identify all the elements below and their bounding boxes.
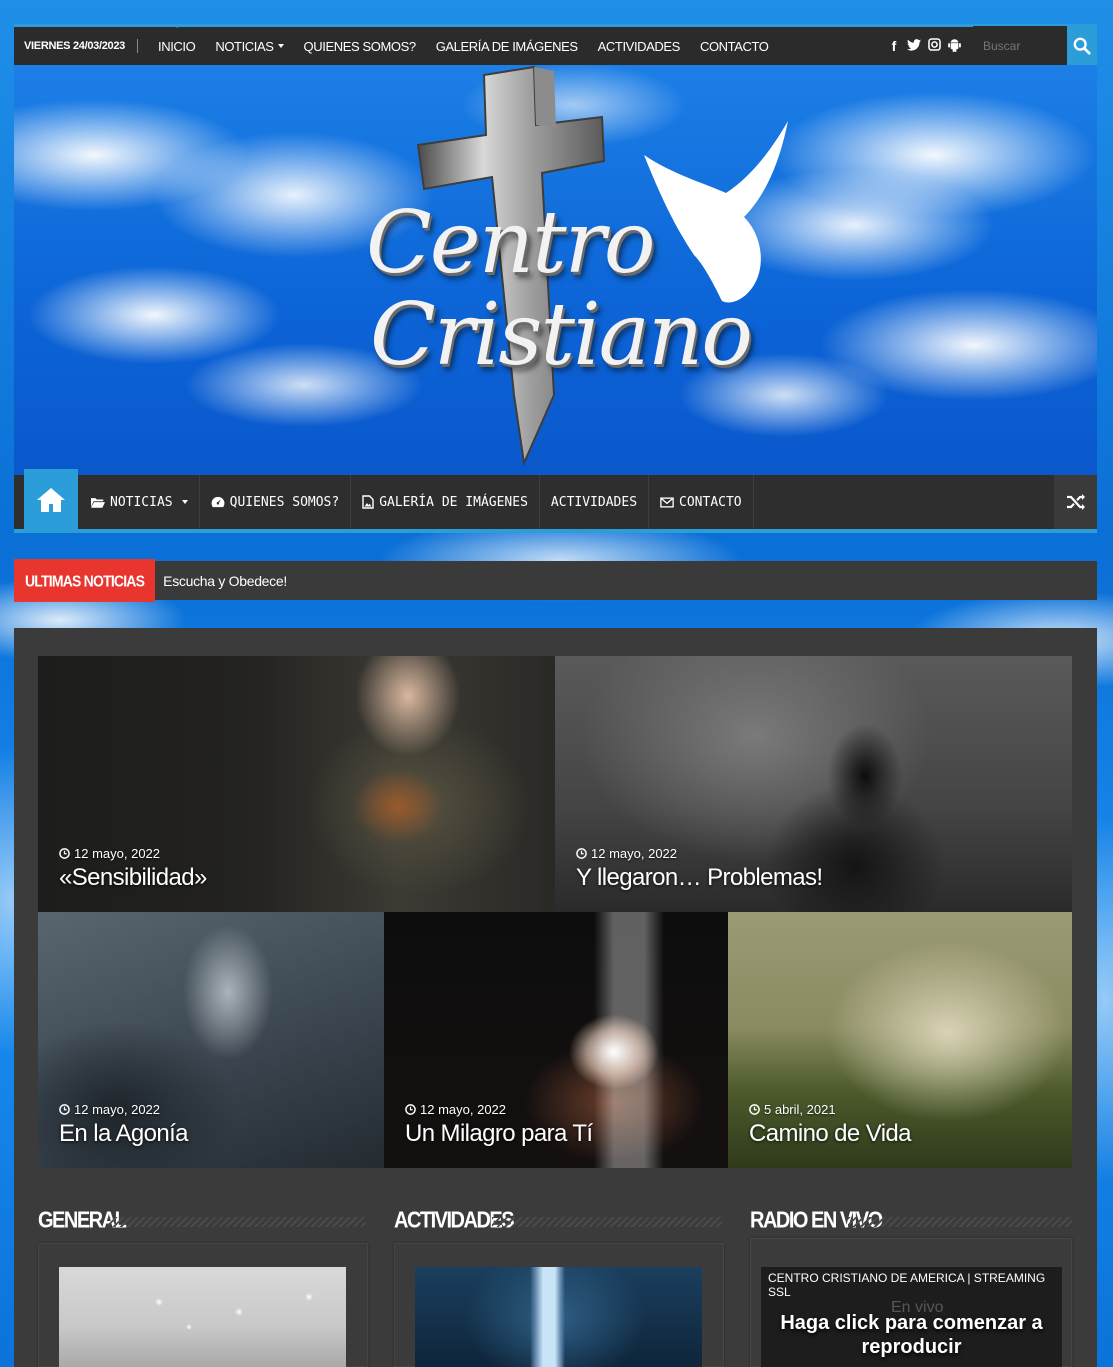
main-nav: NOTICIAS QUIENES SOMOS? GALERÍA DE IMÁGE… [14, 469, 1097, 537]
post-title[interactable]: Y llegaron… Problemas! [576, 864, 823, 892]
main-nav-galeria-label: GALERÍA DE IMÁGENES [379, 494, 528, 510]
home-button[interactable] [24, 469, 78, 531]
post-date-text: 12 mayo, 2022 [74, 846, 161, 861]
post-date-text: 5 abril, 2021 [764, 1102, 836, 1117]
section-divider [108, 1217, 366, 1227]
dashboard-icon [211, 496, 225, 508]
clock-icon [749, 1104, 760, 1115]
twitter-icon[interactable] [907, 38, 921, 54]
post-date: 12 mayo, 2022 [576, 846, 677, 861]
top-nav-actividades[interactable]: ACTIVIDADES [588, 27, 690, 65]
search-area [973, 25, 1097, 67]
featured-post[interactable]: 12 mayo, 2022 Y llegaron… Problemas! [555, 656, 1072, 912]
shuffle-icon [1066, 494, 1085, 510]
radio-play-prompt-line1: Haga click para comenzar a [780, 1312, 1043, 1334]
envelope-icon [660, 496, 674, 508]
post-title[interactable]: Un Milagro para Tí [405, 1120, 593, 1148]
post-date: 5 abril, 2021 [749, 1102, 836, 1117]
search-input[interactable] [973, 25, 1067, 67]
breaking-news-label: ULTIMAS NOTICIAS [14, 559, 156, 602]
featured-post[interactable]: 12 mayo, 2022 «Sensibilidad» [38, 656, 555, 912]
top-nav-noticias-label: NOTICIAS [215, 38, 274, 54]
top-nav-noticias[interactable]: NOTICIAS [205, 27, 293, 65]
breaking-news-bar: ULTIMAS NOTICIAS Escucha y Obedece! [14, 559, 1097, 602]
general-post-thumbnail[interactable] [59, 1267, 346, 1367]
clock-icon [576, 848, 587, 859]
social-links: f [887, 38, 973, 55]
main-nav-noticias-label: NOTICIAS [110, 494, 173, 510]
home-icon [37, 488, 65, 512]
current-date: VIERNES 24/03/2023 [14, 39, 139, 53]
breaking-news-headline[interactable]: Escucha y Obedece! [155, 573, 287, 589]
post-title[interactable]: En la Agonía [59, 1120, 189, 1148]
post-title[interactable]: Camino de Vida [749, 1120, 912, 1148]
section-divider [848, 1217, 1072, 1227]
featured-post[interactable]: 5 abril, 2021 Camino de Vida [728, 912, 1072, 1168]
main-nav-contacto[interactable]: CONTACTO [649, 475, 754, 529]
caret-down-icon [181, 500, 188, 504]
main-nav-actividades-label: ACTIVIDADES [550, 494, 638, 510]
section-divider [492, 1217, 722, 1227]
folder-open-icon [91, 497, 105, 508]
main-nav-bar: NOTICIAS QUIENES SOMOS? GALERÍA DE IMÁGE… [14, 475, 1097, 533]
post-date: 12 mayo, 2022 [59, 1102, 160, 1117]
search-button[interactable] [1067, 27, 1097, 65]
clock-icon [59, 1104, 70, 1115]
facebook-icon[interactable]: f [887, 38, 901, 54]
random-article-button[interactable] [1054, 475, 1097, 529]
post-title[interactable]: «Sensibilidad» [59, 864, 207, 892]
radio-player[interactable]: CENTRO CRISTIANO DE AMERICA | STREAMING … [761, 1267, 1062, 1367]
top-nav-galeria[interactable]: GALERÍA DE IMÁGENES [426, 27, 588, 65]
radio-player-header: CENTRO CRISTIANO DE AMERICA | STREAMING … [768, 1271, 1046, 1299]
instagram-icon[interactable] [927, 38, 941, 54]
post-date-text: 12 mayo, 2022 [74, 1102, 161, 1117]
featured-post[interactable]: 12 mayo, 2022 Un Milagro para Tí [384, 912, 728, 1168]
caret-down-icon [277, 44, 284, 48]
post-date: 12 mayo, 2022 [405, 1102, 506, 1117]
main-nav-galeria[interactable]: GALERÍA DE IMÁGENES [351, 475, 540, 529]
post-date: 12 mayo, 2022 [59, 846, 160, 861]
post-date-text: 12 mayo, 2022 [591, 846, 678, 861]
top-nav-contacto[interactable]: CONTACTO [690, 27, 779, 65]
android-icon[interactable] [947, 38, 961, 55]
actividades-post-thumbnail[interactable] [415, 1267, 702, 1367]
top-nav-quienes-somos[interactable]: QUIENES SOMOS? [294, 27, 426, 65]
radio-play-prompt-line2: reproducir [861, 1336, 962, 1358]
main-nav-quienes-somos[interactable]: QUIENES SOMOS? [200, 475, 352, 529]
top-nav: INICIO NOTICIAS QUIENES SOMOS? GALERÍA D… [148, 24, 779, 65]
top-nav-inicio[interactable]: INICIO [148, 24, 205, 65]
post-date-text: 12 mayo, 2022 [420, 1102, 507, 1117]
main-nav-actividades[interactable]: ACTIVIDADES [540, 475, 650, 529]
clock-icon [59, 848, 70, 859]
header-banner[interactable]: Centro Cristiano [14, 65, 1097, 475]
file-image-icon [362, 495, 374, 509]
logo-line-1: Centro [366, 193, 656, 293]
main-nav-contacto-label: CONTACTO [679, 494, 742, 510]
main-nav-quienes-label: QUIENES SOMOS? [229, 494, 340, 510]
main-nav-noticias[interactable]: NOTICIAS [80, 475, 200, 529]
search-icon [1073, 37, 1091, 55]
logo-line-2: Cristiano [370, 285, 753, 385]
top-bar: VIERNES 24/03/2023 INICIO NOTICIAS QUIEN… [14, 24, 1097, 67]
featured-post[interactable]: 12 mayo, 2022 En la Agonía [38, 912, 384, 1168]
radio-play-prompt[interactable]: Haga click para comenzar a reproducir [761, 1311, 1062, 1359]
clock-icon [405, 1104, 416, 1115]
